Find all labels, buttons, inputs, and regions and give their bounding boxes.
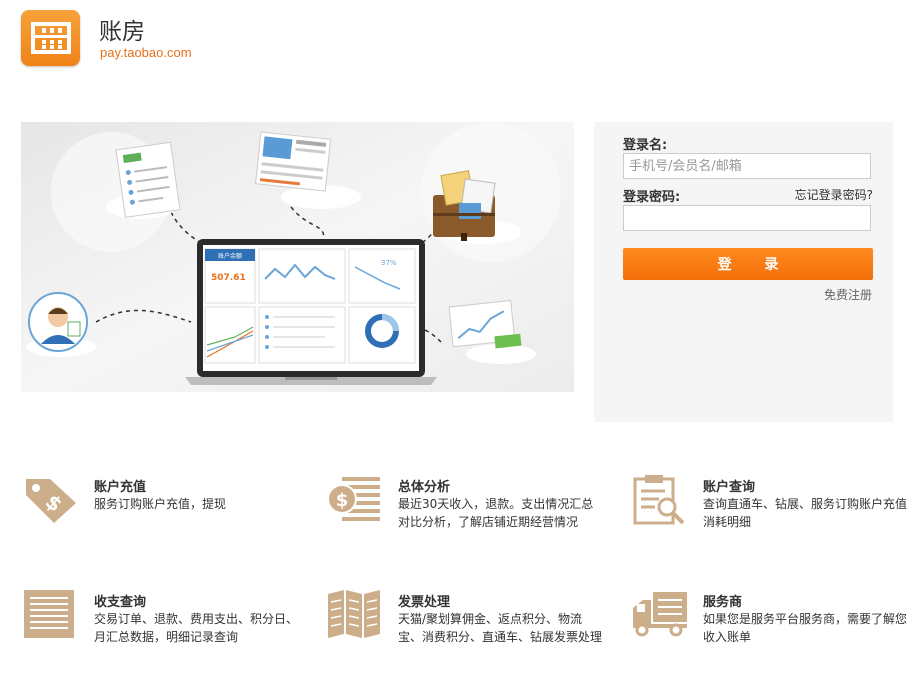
feature-desc: 服务订购账户充值，提现 <box>94 497 227 511</box>
logo <box>21 10 80 66</box>
feature-desc: 交易订单、退款、费用支出、积分日、月汇总数据，明细记录查询 <box>94 612 299 644</box>
password-input[interactable] <box>623 205 871 231</box>
feature-title: 收支查询 <box>94 595 147 610</box>
banner-balance: 507.61 <box>211 273 246 283</box>
feature-title: 账户充值 <box>94 480 147 495</box>
abacus-icon <box>31 22 71 54</box>
username-input[interactable] <box>623 153 871 179</box>
feature-title: 发票处理 <box>398 595 451 610</box>
coin-report-icon: $ <box>327 477 380 521</box>
svg-text:$: $ <box>336 490 349 511</box>
login-panel: 登录名: 登录密码: 忘记登录密码? 登 录 免费注册 <box>594 122 893 422</box>
feature-title: 总体分析 <box>398 480 451 495</box>
feature-title: 账户查询 <box>703 480 756 495</box>
banner-card-title: 账户余额 <box>218 252 242 260</box>
feature-desc: 天猫/聚划算佣金、返点积分、物流宝、消费积分、直通车、钻展发票处理 <box>398 612 603 644</box>
forgot-password-link[interactable]: 忘记登录密码? <box>795 186 873 203</box>
hero-banner: 账户余额 507.61 37% <box>21 122 574 392</box>
feature-desc: 最近30天收入，退款。支出情况汇总对比分析，了解店铺近期经营情况 <box>398 497 594 529</box>
username-label: 登录名: <box>623 138 668 153</box>
brand-name: 账房 <box>99 19 145 45</box>
laptop-illustration: 账户余额 507.61 37% <box>21 122 574 392</box>
password-label: 登录密码: <box>623 190 681 205</box>
clipboard-search-icon <box>633 475 685 525</box>
ledger-icon <box>24 590 74 638</box>
brand-url: pay.taobao.com <box>100 45 192 60</box>
invoice-folder-icon <box>328 590 380 638</box>
login-button[interactable]: 登 录 <box>623 248 873 280</box>
banner-percent: 37% <box>381 259 397 267</box>
feature-title: 服务商 <box>703 595 743 610</box>
feature-desc: 如果您是服务平台服务商，需要了解您收入账单 <box>703 612 908 644</box>
feature-desc: 查询直通车、钻展、服务订购账户充值消耗明细 <box>703 497 908 529</box>
register-link[interactable]: 免费注册 <box>824 286 872 303</box>
price-tag-dollar-icon: $ <box>26 479 76 523</box>
delivery-truck-icon <box>633 592 687 637</box>
